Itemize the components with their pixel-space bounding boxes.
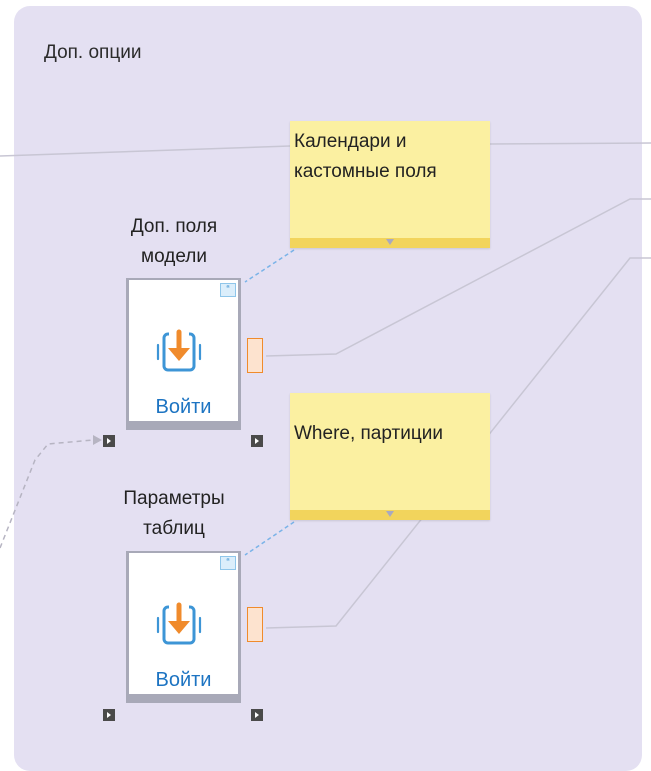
quote-icon[interactable]: “ (220, 556, 236, 570)
dashed-note-link-1 (244, 249, 295, 283)
wire-incoming-top (0, 145, 291, 157)
quote-icon[interactable]: “ (220, 283, 236, 297)
node-bottom-bar (126, 421, 241, 430)
import-widget-node[interactable]: “ Войти (126, 551, 241, 703)
import-widget-node[interactable]: “ Войти (126, 278, 241, 430)
dashed-incoming-wire (0, 439, 94, 549)
import-widget-icon (156, 602, 202, 645)
dashed-incoming-arrowhead (93, 435, 102, 445)
dashed-note-link-2 (244, 521, 295, 556)
import-widget-icon (156, 329, 202, 372)
node-caption: Войти (155, 396, 212, 418)
node-label: Доп. поля модели (130, 216, 218, 267)
output-port[interactable] (251, 709, 263, 721)
wire-note1-right (489, 142, 651, 145)
output-socket[interactable] (247, 338, 263, 373)
input-port[interactable] (103, 709, 115, 721)
note-footer (290, 238, 490, 248)
note-resize-icon[interactable] (386, 511, 394, 517)
node-label: Параметры таблиц (123, 488, 225, 539)
output-port[interactable] (251, 435, 263, 447)
note-footer (290, 510, 490, 520)
sticky-note-where[interactable]: Where, партиции (290, 393, 490, 520)
connection-lines (0, 142, 651, 629)
note-resize-icon[interactable] (386, 239, 394, 245)
input-port[interactable] (103, 435, 115, 447)
note-text: Where, партиции (294, 423, 443, 444)
output-socket[interactable] (247, 607, 263, 642)
note-text: Календари и кастомные поля (294, 131, 437, 182)
sticky-note-calendars[interactable]: Календари и кастомные поля (290, 121, 490, 248)
node-caption: Войти (155, 669, 212, 691)
node-bottom-bar (126, 694, 241, 703)
